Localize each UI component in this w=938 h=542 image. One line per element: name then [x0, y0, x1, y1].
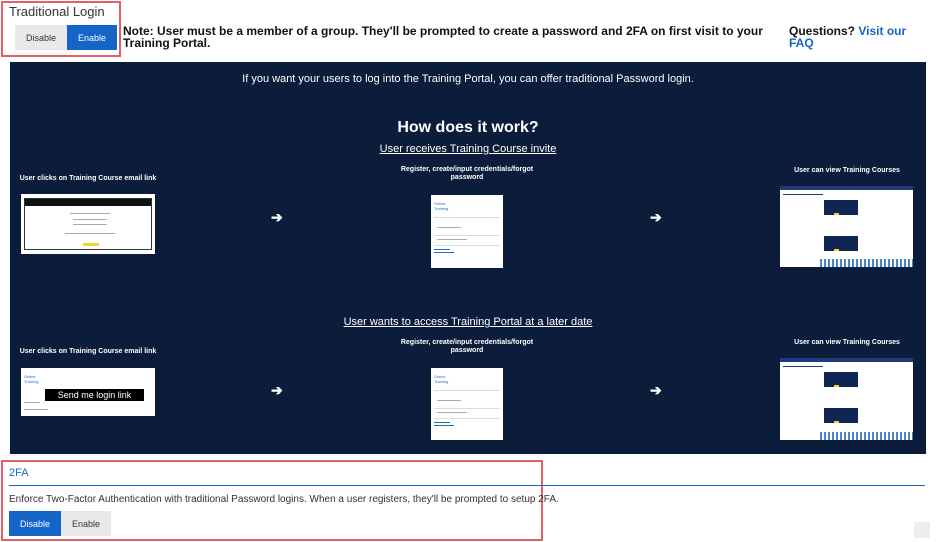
login-link-thumbnail: Online Training Send me login link — [21, 368, 155, 416]
traditional-login-disable-button[interactable]: Disable — [15, 25, 67, 50]
flow1-step1-label: User clicks on Training Course email lin… — [19, 175, 157, 182]
flow-later-heading: User wants to access Training Portal at … — [343, 316, 593, 328]
flow1-step3-label: User can view Training Courses — [794, 167, 900, 174]
flow2-arrow-1-icon: ➔ — [271, 382, 283, 398]
traditional-login-note: Note: User must be a member of a group. … — [123, 24, 763, 50]
flow1-arrow-2-icon: ➔ — [650, 209, 662, 225]
tfa-divider — [9, 485, 925, 486]
tfa-title: 2FA — [9, 467, 29, 479]
traditional-login-title: Traditional Login — [9, 4, 105, 19]
flow2-step3-label: User can view Training Courses — [794, 339, 900, 346]
how-it-works-title: How does it work? — [397, 119, 539, 136]
tfa-description: Enforce Two-Factor Authentication with t… — [9, 494, 559, 505]
flow1-step2-label: Register, create/input credentials/forgo… — [400, 166, 534, 181]
courses-view-thumbnail-2 — [780, 358, 913, 440]
tfa-enable-button[interactable]: Enable — [61, 511, 111, 536]
tfa-disable-button[interactable]: Disable — [9, 511, 61, 536]
how-it-works-panel: If you want your users to log into the T… — [10, 62, 926, 454]
scroll-corner — [914, 522, 930, 538]
send-login-link-button-image: Send me login link — [45, 389, 144, 401]
flow2-step1-label: User clicks on Training Course email lin… — [19, 348, 157, 355]
email-screenshot-thumbnail — [21, 194, 155, 254]
flow-invite-heading: User receives Training Course invite — [379, 143, 557, 155]
traditional-login-enable-button[interactable]: Enable — [67, 25, 117, 50]
panel-intro-text: If you want your users to log into the T… — [242, 73, 694, 85]
login-form-thumbnail: Online Training — [431, 195, 503, 268]
login-form-thumbnail-2: Online Training — [431, 368, 503, 440]
page: Traditional Login Disable Enable Note: U… — [0, 0, 938, 542]
flow2-step2-label: Register, create/input credentials/forgo… — [400, 339, 534, 354]
flow1-arrow-1-icon: ➔ — [271, 209, 283, 225]
flow2-arrow-2-icon: ➔ — [650, 382, 662, 398]
faq-block: Questions? Visit our FAQ — [789, 25, 929, 49]
courses-view-thumbnail — [780, 186, 913, 267]
